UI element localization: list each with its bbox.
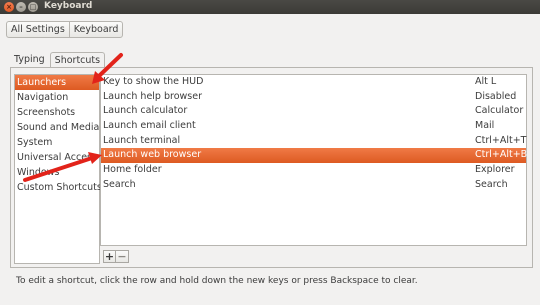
shortcut-row[interactable]: Search Search xyxy=(101,178,526,193)
category-item-navigation[interactable]: Navigation xyxy=(15,90,99,105)
remove-shortcut-button[interactable]: − xyxy=(116,250,129,263)
shortcut-action: Key to show the HUD xyxy=(103,76,204,87)
shortcut-accelerator: Explorer xyxy=(475,164,515,176)
shortcut-accelerator: Alt L xyxy=(475,76,497,87)
tab-bar: Typing Shortcuts xyxy=(10,52,106,68)
shortcut-action: Search xyxy=(103,178,136,190)
shortcut-row[interactable]: Launch email client Mail xyxy=(101,119,526,134)
shortcut-accelerator: Ctrl+Alt+T xyxy=(475,134,527,146)
shortcut-row[interactable]: Launch calculator Calculator xyxy=(101,104,526,119)
add-remove-toolbar: + − xyxy=(103,250,129,263)
shortcut-action: Launch terminal xyxy=(103,134,181,146)
category-item-screenshots[interactable]: Screenshots xyxy=(15,105,99,120)
category-item-custom-shortcuts[interactable]: Custom Shortcuts xyxy=(15,180,102,195)
category-item-system[interactable]: System xyxy=(15,135,99,150)
shortcut-accelerator: Calculator xyxy=(475,105,524,117)
shortcut-accelerator: Ctrl+Alt+B xyxy=(475,149,528,161)
shortcut-row[interactable]: Launch terminal Ctrl+Alt+T xyxy=(101,134,527,149)
shortcut-row-selected[interactable]: Launch web browser Ctrl+Alt+B xyxy=(101,148,528,164)
breadcrumb-current-keyboard[interactable]: Keyboard xyxy=(68,22,123,37)
shortcut-accelerator: Search xyxy=(475,178,508,190)
minimize-icon[interactable]: – xyxy=(16,2,26,12)
tab-shortcuts[interactable]: Shortcuts xyxy=(49,52,106,68)
shortcut-accelerator: Mail xyxy=(475,120,495,132)
maximize-icon[interactable]: □ xyxy=(28,2,38,12)
shortcut-accelerator: Disabled xyxy=(475,90,517,102)
category-item-sound-and-media[interactable]: Sound and Media xyxy=(15,120,99,135)
shortcut-action: Launch help browser xyxy=(103,90,202,102)
shortcut-action: Launch email client xyxy=(103,120,196,132)
category-item-universal-access[interactable]: Universal Access xyxy=(15,150,99,165)
close-icon[interactable]: × xyxy=(4,2,14,12)
add-shortcut-button[interactable]: + xyxy=(103,250,116,263)
shortcut-action: Home folder xyxy=(103,164,162,176)
category-list: Launchers Navigation Screenshots Sound a… xyxy=(14,74,102,264)
shortcut-action: Launch web browser xyxy=(103,149,202,161)
all-settings-button[interactable]: All Settings xyxy=(7,22,69,37)
window-title: Keyboard xyxy=(44,1,93,11)
tab-typing[interactable]: Typing xyxy=(10,52,49,68)
shortcuts-panel: Launchers Navigation Screenshots Sound a… xyxy=(10,67,533,268)
shortcut-row[interactable]: Launch help browser Disabled xyxy=(101,90,526,105)
footer-hint: To edit a shortcut, click the row and ho… xyxy=(16,276,418,286)
shortcut-row[interactable]: Home folder Explorer xyxy=(101,163,526,178)
window-titlebar: × – □ Keyboard xyxy=(0,0,540,14)
shortcut-action: Launch calculator xyxy=(103,105,188,117)
breadcrumb: All Settings Keyboard xyxy=(6,21,124,38)
category-item-launchers[interactable]: Launchers xyxy=(15,75,99,90)
category-item-windows[interactable]: Windows xyxy=(15,165,99,180)
shortcut-list: Key to show the HUD Alt L Launch help br… xyxy=(100,74,527,246)
shortcut-row[interactable]: Key to show the HUD Alt L xyxy=(101,75,526,90)
